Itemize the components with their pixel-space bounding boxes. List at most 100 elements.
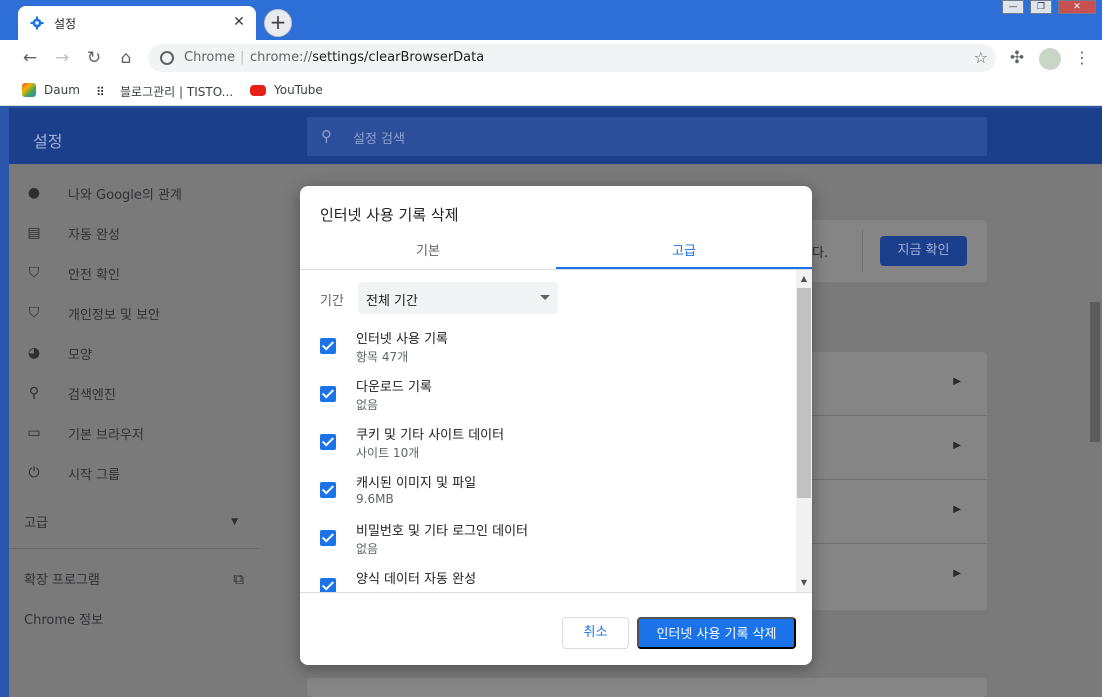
- checkbox[interactable]: [320, 338, 336, 354]
- extensions-label: 확장 프로그램: [24, 573, 100, 588]
- menu-icon[interactable]: ⋮: [1072, 48, 1092, 68]
- checkbox-item-autofill[interactable]: 양식 데이터 자동 완성: [320, 568, 790, 592]
- page-scrollbar-thumb[interactable]: [1090, 302, 1100, 442]
- browser-tab[interactable]: 설정 ✕: [18, 6, 256, 40]
- checkbox-sublabel: 항목 47개: [356, 350, 409, 364]
- avatar[interactable]: [1039, 48, 1061, 70]
- dialog-tabs: 기본 고급: [300, 228, 812, 270]
- check-now-button[interactable]: 지금 확인: [880, 236, 967, 266]
- url-path: settings/clearBrowserData: [312, 50, 485, 65]
- dialog-title: 인터넷 사용 기록 삭제: [320, 206, 459, 224]
- caret-down-icon: [540, 295, 550, 300]
- bookmark-daum[interactable]: Daum: [22, 83, 80, 97]
- dialog-footer: 취소 인터넷 사용 기록 삭제: [300, 592, 812, 665]
- sidebar-advanced[interactable]: 고급 ▼: [24, 512, 238, 531]
- browser-icon: ▭: [27, 424, 41, 441]
- shield-check-icon: ⛉: [28, 264, 40, 281]
- checkbox-item-cache[interactable]: 캐시된 이미지 및 파일 9.6MB: [320, 472, 790, 516]
- tab-basic[interactable]: 기본: [300, 240, 556, 259]
- checkbox[interactable]: [320, 530, 336, 546]
- tab-close-icon[interactable]: ✕: [230, 13, 248, 31]
- toolbar: ← → ↻ ⌂ Chrome | chrome://settings/clear…: [0, 40, 1102, 76]
- chevron-right-icon: ▶: [953, 440, 961, 451]
- bookmarks-bar: Daum ⠿ 블로그관리 | TISTO... YouTube: [0, 76, 1102, 106]
- sidebar-item-label: 모양: [68, 348, 92, 363]
- sidebar-extensions[interactable]: 확장 프로그램 ⧉: [24, 569, 244, 589]
- sidebar-item-label: 시작 그룹: [68, 468, 120, 483]
- checkbox-sublabel: 없음: [356, 542, 379, 556]
- checkbox-item-history[interactable]: 인터넷 사용 기록 항목 47개: [320, 328, 790, 372]
- checkbox-sublabel: 없음: [356, 398, 379, 412]
- sidebar-item-appearance[interactable]: ◕ 모양: [24, 344, 92, 364]
- scroll-up-icon[interactable]: ▲: [796, 272, 812, 286]
- sidebar-item-startup[interactable]: ⏻ 시작 그룹: [24, 464, 120, 484]
- settings-title: 설정: [33, 132, 63, 151]
- home-icon[interactable]: ⌂: [116, 48, 136, 68]
- checkbox[interactable]: [320, 386, 336, 402]
- tistory-icon: ⠿: [96, 84, 105, 99]
- time-range-label: 기간: [320, 294, 344, 309]
- reload-icon[interactable]: ↻: [84, 48, 104, 68]
- checkbox-label: 캐시된 이미지 및 파일: [356, 476, 477, 491]
- forward-icon[interactable]: →: [52, 48, 72, 68]
- checkbox[interactable]: [320, 578, 336, 592]
- chevron-down-icon: ▼: [231, 516, 238, 527]
- time-range-select[interactable]: 전체 기간: [358, 282, 558, 314]
- omnibox-site: Chrome: [184, 50, 235, 65]
- scroll-down-icon[interactable]: ▼: [796, 576, 812, 590]
- checkbox-item-passwords[interactable]: 비밀번호 및 기타 로그인 데이터 없음: [320, 520, 790, 564]
- open-external-icon: ⧉: [233, 569, 244, 588]
- sidebar-item-label: 자동 완성: [68, 228, 120, 243]
- sidebar-item-label: 검색엔진: [68, 388, 116, 403]
- sidebar-item-autofill[interactable]: ▤ 자동 완성: [24, 224, 120, 244]
- card-divider: [862, 230, 863, 272]
- sidebar-item-privacy[interactable]: ⛉ 개인정보 및 보안: [24, 304, 160, 324]
- address-bar[interactable]: Chrome | chrome://settings/clearBrowserD…: [148, 44, 996, 72]
- sidebar-about[interactable]: Chrome 정보: [24, 609, 103, 628]
- checkbox[interactable]: [320, 482, 336, 498]
- clear-data-button[interactable]: 인터넷 사용 기록 삭제: [637, 617, 796, 649]
- bookmark-tistory[interactable]: ⠿ 블로그관리 | TISTO...: [96, 83, 233, 100]
- advanced-label: 고급: [24, 516, 48, 531]
- sidebar-item-default-browser[interactable]: ▭ 기본 브라우저: [24, 424, 144, 444]
- sidebar-item-label: 안전 확인: [68, 268, 120, 283]
- lower-card: [307, 678, 987, 697]
- bookmark-star-icon[interactable]: ☆: [974, 48, 988, 67]
- sidebar-item-google[interactable]: ● 나와 Google의 관계: [24, 184, 182, 204]
- shield-icon: ⛉: [28, 304, 40, 321]
- tab-advanced[interactable]: 고급: [556, 240, 812, 259]
- tab-title: 설정: [54, 17, 77, 31]
- window-close-button[interactable]: ✕: [1058, 0, 1096, 14]
- youtube-icon: [250, 84, 266, 96]
- dialog-content: 기간 전체 기간 인터넷 사용 기록 항목 47개 다운로드 기록 없음 쿠키 …: [300, 270, 812, 592]
- maximize-button[interactable]: ❐: [1030, 0, 1052, 14]
- checkbox-sublabel: 사이트 10개: [356, 446, 420, 460]
- extensions-icon[interactable]: ✣: [1007, 48, 1027, 68]
- search-icon: ⚲: [28, 384, 40, 401]
- minimize-button[interactable]: —: [1002, 0, 1024, 14]
- settings-search-input[interactable]: ⚲ 설정 검색: [307, 117, 987, 156]
- search-placeholder: 설정 검색: [353, 132, 405, 147]
- checkbox-item-cookies[interactable]: 쿠키 및 기타 사이트 데이터 사이트 10개: [320, 424, 790, 468]
- clipboard-icon: ▤: [27, 224, 41, 241]
- cancel-button[interactable]: 취소: [562, 617, 629, 649]
- dialog-scrollbar[interactable]: ▲ ▼: [796, 270, 812, 592]
- bookmark-youtube[interactable]: YouTube: [250, 83, 323, 97]
- bookmark-label: YouTube: [274, 83, 323, 97]
- sidebar-item-label: 기본 브라우저: [68, 428, 144, 443]
- checkbox[interactable]: [320, 434, 336, 450]
- bookmark-label: Daum: [44, 83, 80, 97]
- back-icon[interactable]: ←: [20, 48, 40, 68]
- sidebar-item-search[interactable]: ⚲ 검색엔진: [24, 384, 116, 404]
- checkbox-label: 다운로드 기록: [356, 380, 432, 395]
- bookmark-label: 블로그관리 | TISTO...: [120, 85, 234, 99]
- about-label: Chrome 정보: [24, 613, 104, 628]
- page-scrollbar[interactable]: [1088, 164, 1102, 697]
- sidebar-item-label: 개인정보 및 보안: [68, 308, 160, 323]
- sidebar-item-safety[interactable]: ⛉ 안전 확인: [24, 264, 120, 284]
- dialog-scrollbar-thumb[interactable]: [797, 288, 811, 498]
- new-tab-button[interactable]: +: [264, 9, 292, 37]
- omnibox-url: chrome://settings/clearBrowserData: [250, 50, 484, 65]
- palette-icon: ◕: [27, 344, 41, 361]
- checkbox-item-downloads[interactable]: 다운로드 기록 없음: [320, 376, 790, 420]
